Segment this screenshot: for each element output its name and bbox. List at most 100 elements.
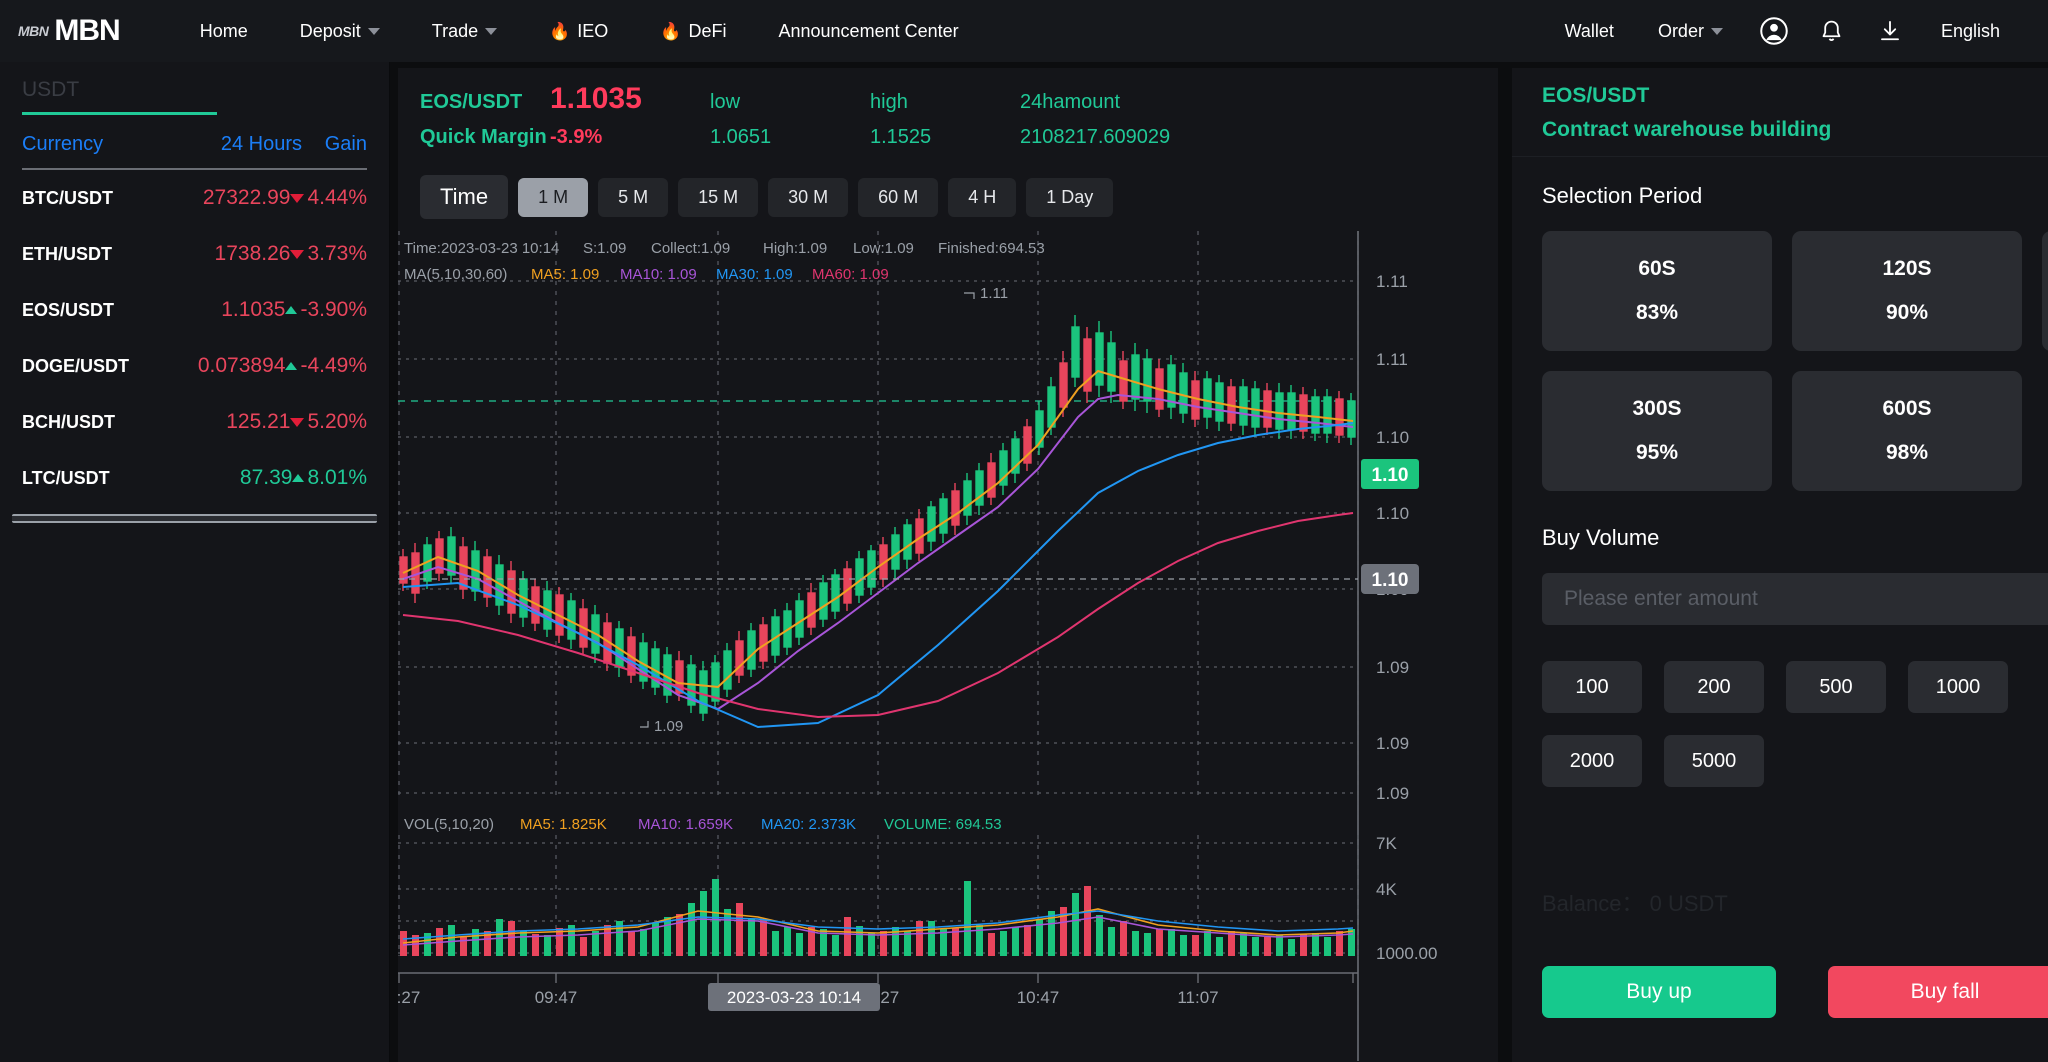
amount-chip-500[interactable]: 500 <box>1786 661 1886 713</box>
period-rate: 98% <box>1886 441 1928 465</box>
triangle-down-icon <box>290 250 304 259</box>
period-option-600s[interactable]: 600S 98% <box>1792 371 2022 491</box>
sidebar-scrollbar[interactable] <box>12 514 377 523</box>
trade-panel-pair: EOS/USDT <box>1542 84 2048 108</box>
nav-item-label: Home <box>200 21 248 42</box>
row-pair: ETH/USDT <box>22 244 161 265</box>
y-tick-7: 1.09 <box>1376 784 1409 803</box>
nav-item-label: DeFi <box>688 21 726 42</box>
row-pair: LTC/USDT <box>22 468 162 489</box>
chevron-down-icon <box>485 28 497 35</box>
triangle-up-icon <box>285 362 297 370</box>
download-icon[interactable] <box>1875 16 1905 46</box>
ma5-legend: MA5: 1.09 <box>531 266 599 283</box>
table-row[interactable]: ETH/USDT 1738.26 3.73% <box>0 226 389 282</box>
nav-item-announcement-center[interactable]: Announcement Center <box>753 21 985 42</box>
nav-item-ieo[interactable]: 🔥 IEO <box>523 21 634 42</box>
nav-item-order[interactable]: Order <box>1636 21 1745 42</box>
tab-5m[interactable]: 5 M <box>598 178 668 217</box>
chart-info-high: High:1.09 <box>763 240 827 257</box>
period-option-120s[interactable]: 120S 90% <box>1792 231 2022 351</box>
tab-4h[interactable]: 4 H <box>948 178 1016 217</box>
sidebar-tab-usdt[interactable]: USDT <box>0 62 389 112</box>
timeframe-bar: Time 1 M 5 M 15 M 30 M 60 M 4 H 1 Day <box>398 169 1498 231</box>
ticker-row-secondary: Quick Margin -3.9% 1.0651 1.1525 2108217… <box>420 126 1476 149</box>
ticker-low-label: low <box>710 91 870 114</box>
ticker-row-primary: EOS/USDT 1.1035 low high 24hamount <box>420 82 1476 116</box>
row-gain: 3.73% <box>290 242 367 266</box>
period-option-180s[interactable]: 180S 92% <box>2042 231 2048 351</box>
brand-logo[interactable]: MBN MBN <box>18 14 120 48</box>
nav-item-home[interactable]: Home <box>174 21 274 42</box>
chart-info-finished: Finished:694.53 <box>938 240 1045 257</box>
nav-item-label: IEO <box>577 21 608 42</box>
buy-up-button[interactable]: Buy up <box>1542 966 1776 1018</box>
ticker-pair: EOS/USDT <box>420 91 550 114</box>
volume-tick-0: 7K <box>1376 834 1397 853</box>
period-time: 60S <box>1638 257 1675 281</box>
row-gain: -4.49% <box>285 354 367 378</box>
period-option-60s[interactable]: 60S 83% <box>1542 231 1772 351</box>
nav-item-label: Trade <box>432 21 478 42</box>
table-row[interactable]: EOS/USDT 1.1035 -3.90% <box>0 282 389 338</box>
row-gain-value: 3.73% <box>307 242 367 266</box>
nav-item-language[interactable]: English <box>1919 21 2022 42</box>
row-price: 87.39 <box>162 466 293 490</box>
user-icon[interactable] <box>1759 16 1789 46</box>
nav-item-wallet[interactable]: Wallet <box>1543 21 1636 42</box>
top-navbar: MBN MBN Home Deposit Trade 🔥 IEO 🔥 DeFi … <box>0 0 2048 62</box>
row-pair: DOGE/USDT <box>22 356 158 377</box>
triangle-down-icon <box>290 418 304 427</box>
amount-chip-1000[interactable]: 1000 <box>1908 661 2008 713</box>
period-option-300s[interactable]: 300S 95% <box>1542 371 1772 491</box>
triangle-up-icon <box>285 306 297 314</box>
row-pair: EOS/USDT <box>22 300 158 321</box>
row-price: 1738.26 <box>161 242 291 266</box>
tab-time[interactable]: Time <box>420 175 508 219</box>
ticker-bar: EOS/USDT 1.1035 low high 24hamount Quick… <box>398 68 1498 169</box>
tab-60m[interactable]: 60 M <box>858 178 938 217</box>
nav-item-label: Deposit <box>300 21 361 42</box>
table-row[interactable]: DOGE/USDT 0.073894 -4.49% <box>0 338 389 394</box>
tab-1day[interactable]: 1 Day <box>1026 178 1113 217</box>
buy-action-row: Buy up Buy fall <box>1542 966 2048 1018</box>
column-gain[interactable]: Gain <box>302 133 367 156</box>
amount-chip-200[interactable]: 200 <box>1664 661 1764 713</box>
buy-fall-button[interactable]: Buy fall <box>1828 966 2048 1018</box>
tab-30m[interactable]: 30 M <box>768 178 848 217</box>
ma60-legend: MA60: 1.09 <box>812 266 889 283</box>
nav-item-deposit[interactable]: Deposit <box>274 21 406 42</box>
chart-svg: Time:2023-03-23 10:14 S:1.09 Collect:1.0… <box>398 231 1498 1061</box>
table-row[interactable]: LTC/USDT 87.39 8.01% <box>0 450 389 506</box>
x-tick-1: 09:47 <box>535 988 578 1007</box>
price-chart[interactable]: Time:2023-03-23 10:14 S:1.09 Collect:1.0… <box>398 231 1498 1062</box>
ma30-legend: MA30: 1.09 <box>716 266 793 283</box>
bell-icon[interactable] <box>1817 16 1847 46</box>
amount-chip-5000[interactable]: 5000 <box>1664 735 1764 787</box>
tab-1m[interactable]: 1 M <box>518 178 588 217</box>
row-gain-value: 5.20% <box>307 410 367 434</box>
amount-chip-100[interactable]: 100 <box>1542 661 1642 713</box>
row-pair: BCH/USDT <box>22 412 161 433</box>
trade-panel-subtitle: Contract warehouse building <box>1542 118 2048 142</box>
amount-input[interactable] <box>1542 573 2048 625</box>
table-row[interactable]: BTC/USDT 27322.99 4.44% <box>0 170 389 226</box>
tab-15m[interactable]: 15 M <box>678 178 758 217</box>
period-rate: 90% <box>1886 301 1928 325</box>
crosshair-time-badge: 2023-03-23 10:14 <box>727 988 861 1007</box>
column-currency[interactable]: Currency <box>22 133 172 156</box>
nav-item-defi[interactable]: 🔥 DeFi <box>634 21 752 42</box>
quick-margin-label: Quick Margin <box>420 126 550 149</box>
column-24hours[interactable]: 24 Hours <box>172 133 302 156</box>
trade-panel: EOS/USDT Contract warehouse building Sel… <box>1512 68 2048 1062</box>
market-sidebar: USDT Currency 24 Hours Gain BTC/USDT 273… <box>0 62 390 1062</box>
flame-icon: 🔥 <box>549 23 570 40</box>
period-rate: 83% <box>1636 301 1678 325</box>
table-row[interactable]: BCH/USDT 125.21 5.20% <box>0 394 389 450</box>
y-tick-0: 1.11 <box>1376 272 1408 291</box>
main-layout: USDT Currency 24 Hours Gain BTC/USDT 273… <box>0 62 2048 1062</box>
y-tick-2: 1.10 <box>1376 428 1409 447</box>
nav-item-trade[interactable]: Trade <box>406 21 523 42</box>
amount-chip-2000[interactable]: 2000 <box>1542 735 1642 787</box>
chart-annotation-low: 1.09 <box>654 718 683 735</box>
